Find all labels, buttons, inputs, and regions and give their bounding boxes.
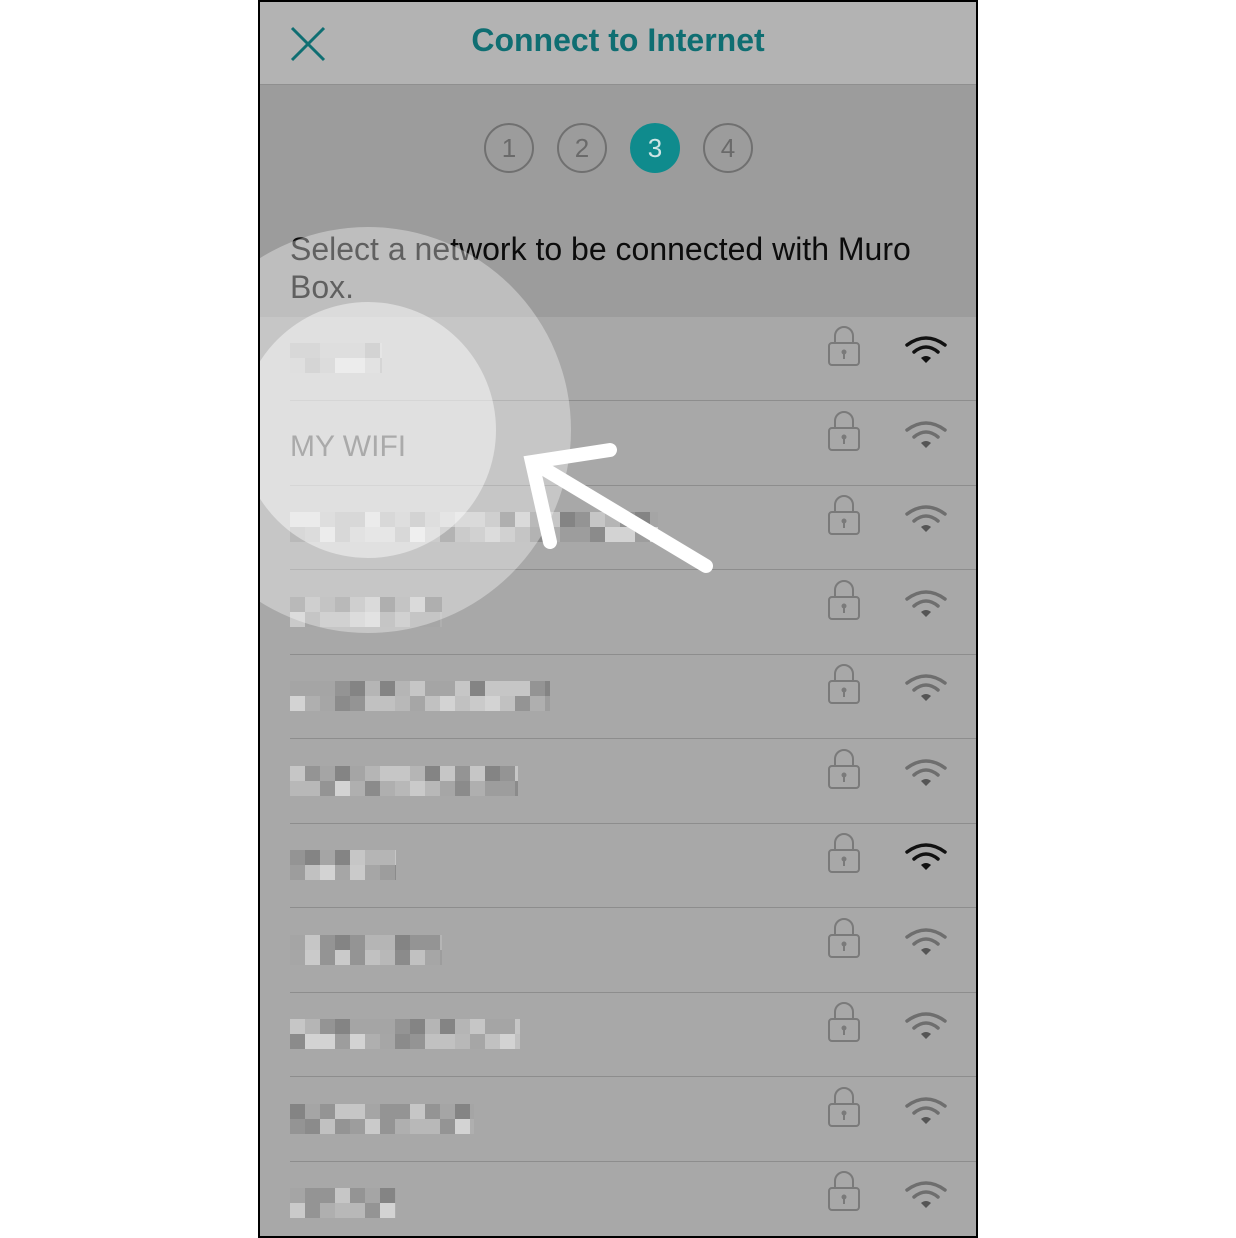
- network-row[interactable]: MY WIFI: [260, 402, 976, 486]
- network-row[interactable]: [260, 571, 976, 655]
- instruction-text: Select a network to be connected with Mu…: [290, 231, 911, 305]
- obscured-network-name: [290, 335, 382, 381]
- obscured-network-name: [290, 927, 442, 973]
- lock-icon: [826, 325, 862, 372]
- wifi-signal-icon: [904, 927, 948, 962]
- wifi-signal-icon: [904, 842, 948, 877]
- obscured-network-name: [290, 504, 658, 550]
- lock-icon: [826, 579, 862, 626]
- wifi-signal-icon: [904, 1180, 948, 1215]
- wifi-signal-icon: [904, 589, 948, 624]
- step-indicator-2: 2: [557, 123, 607, 173]
- step-indicator-4: 4: [703, 123, 753, 173]
- obscured-network-name: [290, 1096, 474, 1142]
- lock-icon: [826, 917, 862, 964]
- lock-icon: [826, 832, 862, 879]
- obscured-network-name: [290, 589, 442, 635]
- lock-icon: [826, 494, 862, 541]
- wifi-signal-icon: [904, 673, 948, 708]
- lock-icon: [826, 1001, 862, 1048]
- network-row[interactable]: [260, 486, 976, 570]
- network-row[interactable]: [260, 655, 976, 739]
- lock-icon: [826, 748, 862, 795]
- lock-icon: [826, 1170, 862, 1217]
- page-title: Connect to Internet: [471, 22, 765, 58]
- wifi-signal-icon: [904, 420, 948, 455]
- obscured-network-name: [290, 1180, 396, 1226]
- obscured-network-name: [290, 842, 396, 888]
- network-name: MY WIFI: [290, 429, 407, 463]
- network-row[interactable]: [260, 909, 976, 993]
- network-row[interactable]: [260, 1078, 976, 1162]
- wifi-signal-icon: [904, 758, 948, 793]
- step-indicator-3: 3: [630, 123, 680, 173]
- obscured-network-name: [290, 758, 518, 804]
- header-bar: Connect to Internet: [260, 2, 976, 85]
- network-row[interactable]: [260, 740, 976, 824]
- obscured-network-name: [290, 673, 550, 719]
- network-row[interactable]: [260, 317, 976, 401]
- network-row[interactable]: [260, 824, 976, 908]
- network-row[interactable]: [260, 993, 976, 1077]
- lock-icon: [826, 410, 862, 457]
- lock-icon: [826, 663, 862, 710]
- wifi-signal-icon: [904, 1096, 948, 1131]
- wifi-signal-icon: [904, 1011, 948, 1046]
- lock-icon: [826, 1086, 862, 1133]
- phone-screen: Connect to Internet 1 2 3 4 Select a net…: [258, 0, 978, 1238]
- obscured-network-name: [290, 1011, 520, 1057]
- wifi-signal-icon: [904, 504, 948, 539]
- step-indicator-1: 1: [484, 123, 534, 173]
- wifi-signal-icon: [904, 335, 948, 370]
- network-row[interactable]: [260, 1162, 976, 1236]
